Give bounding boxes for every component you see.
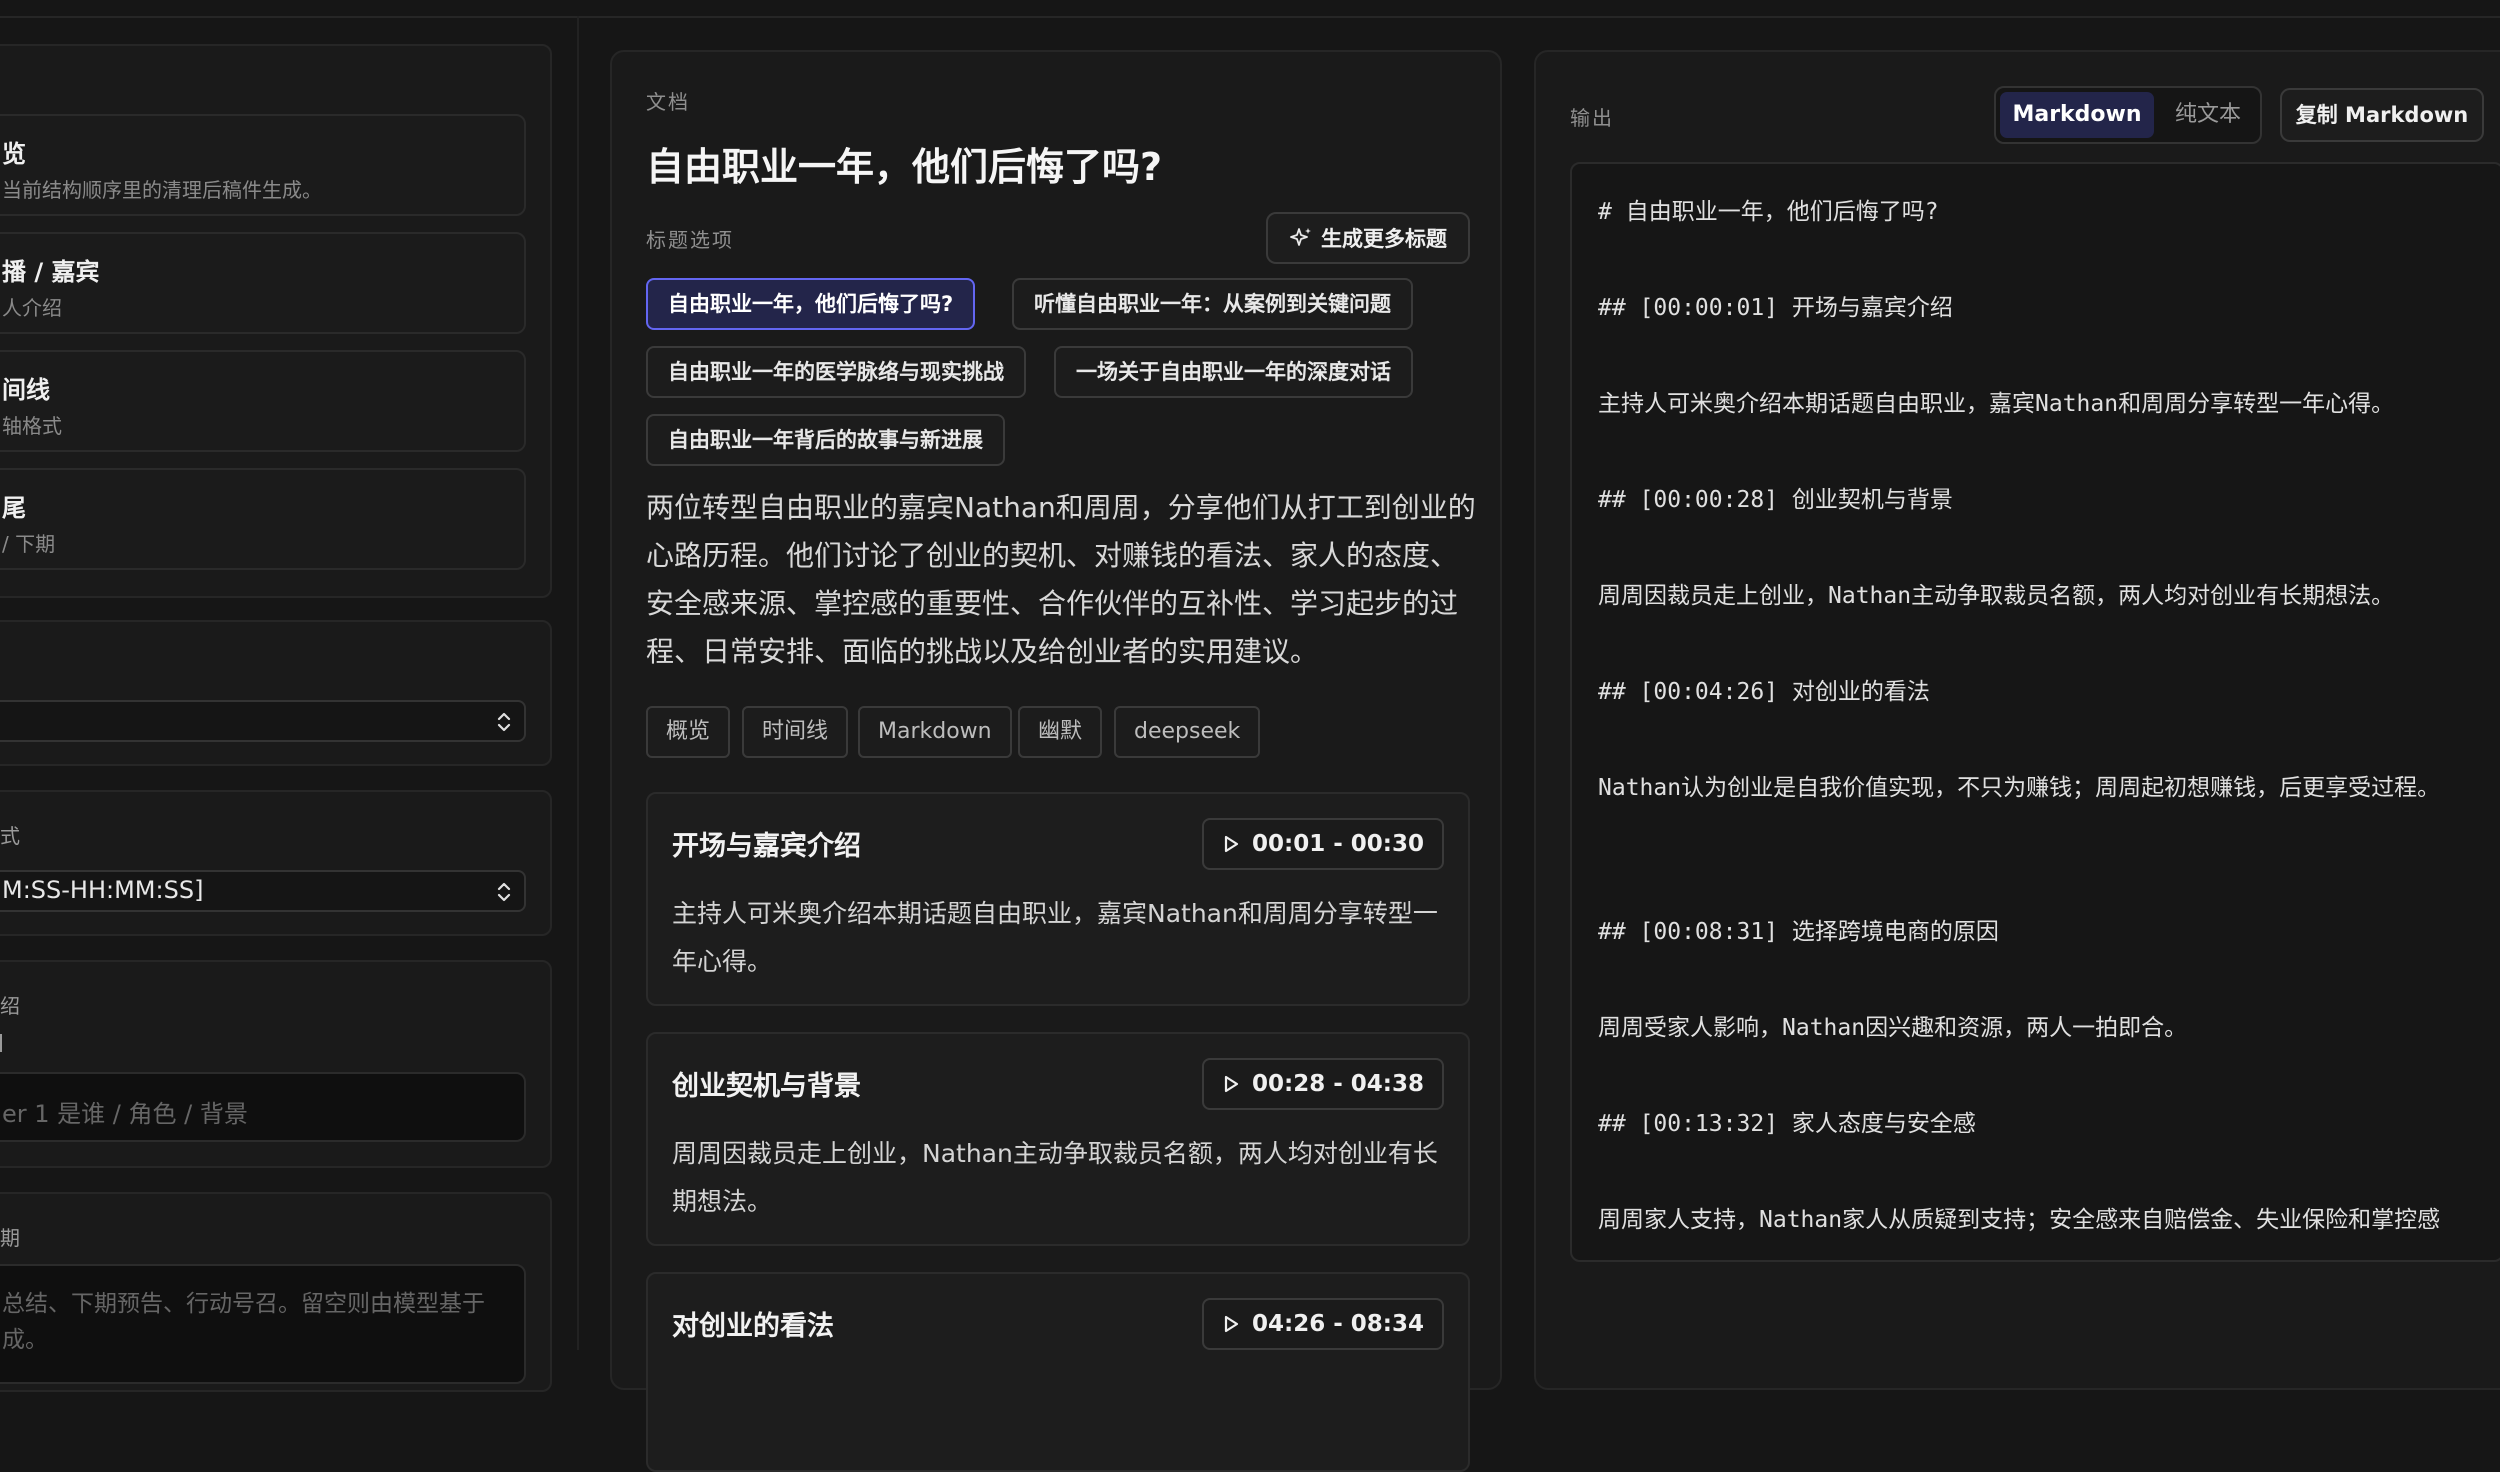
title-options-label: 标题选项 bbox=[646, 228, 734, 252]
structure-item-subtitle: 当前结构顺序里的清理后稿件生成。 bbox=[2, 178, 322, 202]
structure-item-subtitle: / 下期 bbox=[2, 532, 56, 556]
top-border bbox=[0, 16, 2500, 18]
play-icon bbox=[1224, 1315, 1239, 1333]
title-option-chip[interactable]: 听懂自由职业一年：从案例到关键问题 bbox=[1012, 278, 1413, 330]
markdown-line: ## [00:00:28] 创业契机与背景 bbox=[1598, 487, 1953, 513]
time-format-select[interactable]: M:SS-HH:MM:SS] bbox=[0, 870, 526, 912]
time-format-value: M:SS-HH:MM:SS] bbox=[2, 876, 204, 904]
intro-input[interactable]: er 1 是谁 / 角色 / 背景 bbox=[0, 1072, 526, 1142]
segment-body: 周周因裁员走上创业，Nathan主动争取裁员名额，两人均对创业有长期想法。 bbox=[672, 1139, 1438, 1216]
markdown-line: Nathan认为创业是自我价值实现，不只为赚钱；周周起初想赚钱，后更享受过程。 bbox=[1598, 775, 2441, 801]
segment-title: 对创业的看法 bbox=[672, 1311, 834, 1342]
segment-time: 00:01 - 00:30 bbox=[1252, 831, 1424, 857]
time-format-label: 式 bbox=[0, 824, 20, 848]
play-icon bbox=[1224, 1075, 1239, 1093]
segment-time: 04:26 - 08:34 bbox=[1252, 1311, 1424, 1337]
tag-badge: 幽默 bbox=[1018, 706, 1103, 758]
segment-card: 创业契机与背景 00:28 - 04:38 周周因裁员走上创业，Nathan主动… bbox=[646, 1032, 1470, 1246]
document-panel: 文档 自由职业一年，他们后悔了吗? 标题选项 生成更多标题 自由职业一年，他们后… bbox=[610, 50, 1502, 1472]
intro-input-placeholder: er 1 是谁 / 角色 / 背景 bbox=[2, 1100, 248, 1128]
left-panel-divider bbox=[577, 16, 579, 1350]
structure-item-host-guest[interactable]: 播 / 嘉宾 人介绍 bbox=[0, 232, 526, 334]
segment-body: 主持人可米奥介绍本期话题自由职业，嘉宾Nathan和周周分享转型一年心得。 bbox=[672, 899, 1438, 976]
title-option-chip[interactable]: 自由职业一年的医学脉络与现实挑战 bbox=[646, 346, 1026, 398]
structure-item-title: 播 / 嘉宾 bbox=[2, 258, 100, 286]
markdown-line: 周周受家人影响，Nathan因兴趣和资源，两人一拍即合。 bbox=[1598, 1015, 2188, 1041]
structure-item-timeline[interactable]: 间线 轴格式 bbox=[0, 350, 526, 452]
markdown-output-box[interactable]: # 自由职业一年，他们后悔了吗? ## [00:00:01] 开场与嘉宾介绍 主… bbox=[1570, 162, 2500, 1262]
title-option-chip[interactable]: 自由职业一年背后的故事与新进展 bbox=[646, 414, 1005, 466]
segment-title: 开场与嘉宾介绍 bbox=[672, 831, 861, 862]
document-summary: 两位转型自由职业的嘉宾Nathan和周周，分享他们从打工到创业的心路历程。他们讨… bbox=[646, 491, 1476, 668]
segment-time: 00:28 - 04:38 bbox=[1252, 1071, 1424, 1097]
chevron-up-down-icon bbox=[497, 882, 511, 902]
segment-play-button[interactable]: 04:26 - 08:34 bbox=[1202, 1298, 1444, 1350]
markdown-line: ## [00:13:32] 家人态度与安全感 bbox=[1598, 1111, 1976, 1137]
generate-titles-button[interactable]: 生成更多标题 bbox=[1266, 212, 1470, 264]
intro-label: 绍 bbox=[0, 994, 20, 1018]
segment-card: 对创业的看法 04:26 - 08:34 bbox=[646, 1272, 1470, 1472]
markdown-line: 主持人可米奥介绍本期话题自由职业，嘉宾Nathan和周周分享转型一年心得。 bbox=[1598, 391, 2395, 417]
document-section-label: 文档 bbox=[646, 90, 690, 114]
outro-textarea[interactable]: 总结、下期预告、行动号召。留空则由模型基于成。 bbox=[0, 1264, 526, 1384]
markdown-line: 周周家人支持，Nathan家人从质疑到支持；安全感来自赔偿金、失业保险和掌控感 bbox=[1598, 1207, 2441, 1233]
markdown-line: ## [00:04:26] 对创业的看法 bbox=[1598, 679, 1930, 705]
chevron-up-down-icon bbox=[497, 712, 511, 732]
markdown-line: 周周因裁员走上创业，Nathan主动争取裁员名额，两人均对创业有长期想法。 bbox=[1598, 583, 2395, 609]
toggle-markdown[interactable]: Markdown bbox=[2000, 92, 2154, 138]
sparkle-icon bbox=[1290, 228, 1311, 246]
structure-item-overview[interactable]: 览 当前结构顺序里的清理后稿件生成。 bbox=[0, 114, 526, 216]
markdown-line: # 自由职业一年，他们后悔了吗? bbox=[1598, 199, 1939, 225]
structure-item-subtitle: 人介绍 bbox=[2, 296, 62, 320]
document-title: 自由职业一年，他们后悔了吗? bbox=[646, 145, 1163, 189]
title-option-chip[interactable]: 自由职业一年，他们后悔了吗? bbox=[646, 278, 976, 330]
tag-badge: deepseek bbox=[1114, 706, 1261, 758]
tag-badge: 时间线 bbox=[742, 706, 849, 758]
toggle-plain-text[interactable]: 纯文本 bbox=[2158, 92, 2258, 138]
structure-item-ending[interactable]: 尾 / 下期 bbox=[0, 468, 526, 570]
output-format-toggle: Markdown 纯文本 bbox=[1994, 86, 2262, 144]
outro-label: 期 bbox=[0, 1226, 20, 1250]
output-panel: 输出 Markdown 纯文本 复制 Markdown # 自由职业一年，他们后… bbox=[1534, 50, 2500, 1390]
play-icon bbox=[1224, 835, 1239, 853]
structure-item-title: 间线 bbox=[2, 376, 50, 404]
tag-badge: Markdown bbox=[858, 706, 1012, 758]
markdown-line: ## [00:00:01] 开场与嘉宾介绍 bbox=[1598, 295, 1953, 321]
output-section-label: 输出 bbox=[1570, 106, 1614, 130]
segment-play-button[interactable]: 00:01 - 00:30 bbox=[1202, 818, 1444, 870]
intro-sublabel-mark bbox=[0, 1034, 6, 1052]
title-option-chip[interactable]: 一场关于自由职业一年的深度对话 bbox=[1054, 346, 1413, 398]
segment-play-button[interactable]: 00:28 - 04:38 bbox=[1202, 1058, 1444, 1110]
structure-item-title: 览 bbox=[2, 140, 26, 168]
copy-markdown-button[interactable]: 复制 Markdown bbox=[2280, 88, 2484, 142]
tag-badge: 概览 bbox=[646, 706, 731, 758]
outro-placeholder: 总结、下期预告、行动号召。留空则由模型基于成。 bbox=[2, 1291, 485, 1353]
markdown-line: ## [00:08:31] 选择跨境电商的原因 bbox=[1598, 919, 1999, 945]
model-card bbox=[0, 620, 552, 766]
generate-titles-label: 生成更多标题 bbox=[1321, 227, 1447, 251]
model-select[interactable] bbox=[0, 700, 526, 742]
structure-item-subtitle: 轴格式 bbox=[2, 414, 62, 438]
segment-title: 创业契机与背景 bbox=[672, 1071, 861, 1102]
time-format-card bbox=[0, 790, 552, 936]
structure-item-title: 尾 bbox=[2, 494, 26, 522]
segment-card: 开场与嘉宾介绍 00:01 - 00:30 主持人可米奥介绍本期话题自由职业，嘉… bbox=[646, 792, 1470, 1006]
